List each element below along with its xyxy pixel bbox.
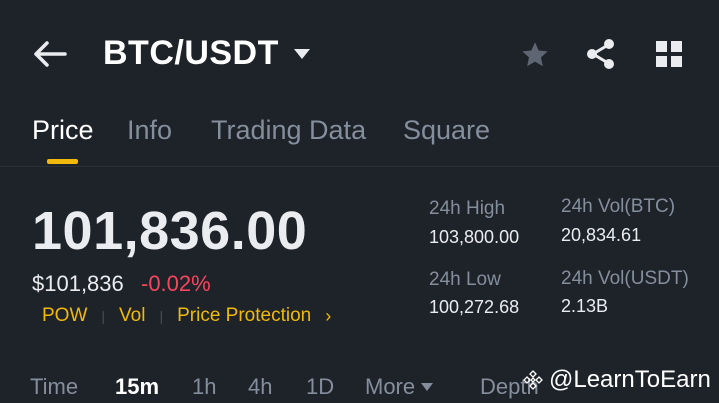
vol-btc-value: 20,834.61 <box>561 225 642 245</box>
tab-trading-data[interactable]: Trading Data <box>211 115 366 146</box>
vol-usdt-value: 2.13B <box>561 296 609 316</box>
layout-grid-button[interactable] <box>652 37 686 71</box>
favorite-button[interactable] <box>517 37 553 73</box>
tag-separator: | <box>159 308 164 324</box>
tab-price[interactable]: Price <box>32 115 94 146</box>
active-tab-indicator <box>47 159 78 164</box>
low-value: 100,272.68 <box>429 297 520 317</box>
last-price: 101,836.00 <box>32 201 308 261</box>
binance-logo-icon <box>523 370 543 390</box>
tag-price-protection[interactable]: Price Protection <box>177 305 311 327</box>
tab-square[interactable]: Square <box>403 115 490 146</box>
interval-1d[interactable]: 1D <box>306 374 334 400</box>
high-value: 103,800.00 <box>429 227 520 247</box>
dropdown-caret-icon <box>293 48 310 59</box>
price-change: -0.02% <box>141 271 211 296</box>
caret-down-icon <box>421 383 434 391</box>
star-icon <box>522 42 548 67</box>
tabs-divider <box>0 166 719 167</box>
interval-4h[interactable]: 4h <box>248 374 272 400</box>
interval-more[interactable]: More <box>365 374 434 400</box>
low-label: 24h Low <box>429 269 501 290</box>
tag-vol[interactable]: Vol <box>119 305 145 327</box>
usd-price: $101,836 <box>32 271 124 296</box>
interval-1h[interactable]: 1h <box>192 374 216 400</box>
tab-info[interactable]: Info <box>127 115 172 146</box>
watermark: @LearnToEarn <box>523 366 711 394</box>
vol-usdt-label: 24h Vol(USDT) <box>561 268 689 289</box>
tag-row: POW | Vol | Price Protection › <box>42 305 331 327</box>
interval-time[interactable]: Time <box>30 374 78 400</box>
high-label: 24h High <box>429 198 506 219</box>
interval-15m[interactable]: 15m <box>115 374 159 400</box>
share-button[interactable] <box>582 36 618 72</box>
watermark-text: @LearnToEarn <box>549 366 711 393</box>
share-icon <box>587 39 614 69</box>
grid-icon <box>656 41 682 67</box>
interval-more-label: More <box>365 374 416 399</box>
tag-separator: | <box>101 308 106 324</box>
chevron-right-icon[interactable]: › <box>325 306 331 327</box>
vol-btc-label: 24h Vol(BTC) <box>561 196 676 217</box>
tag-pow[interactable]: POW <box>42 305 87 327</box>
back-button[interactable] <box>32 38 68 70</box>
pair-selector[interactable]: BTC/USDT <box>103 34 311 73</box>
back-arrow-icon <box>34 41 67 67</box>
pair-title: BTC/USDT <box>103 34 279 72</box>
